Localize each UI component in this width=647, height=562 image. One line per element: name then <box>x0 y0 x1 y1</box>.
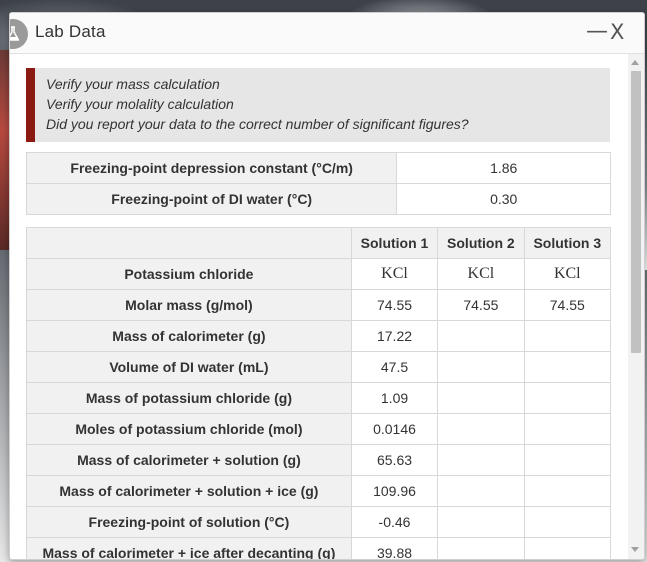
table-row: Mass of calorimeter + solution (g) 65.63 <box>26 444 612 476</box>
value-cell[interactable] <box>523 413 612 445</box>
value-cell[interactable] <box>523 382 612 414</box>
value-cell[interactable]: 65.63 <box>350 444 439 476</box>
notice-accent-bar <box>26 68 35 142</box>
row-label: Mass of calorimeter + ice after decantin… <box>26 537 352 559</box>
row-label: Molar mass (g/mol) <box>26 289 352 321</box>
constant-label: Freezing-point depression constant (°C/m… <box>25 152 398 184</box>
constant-value[interactable]: 0.30 <box>396 183 611 215</box>
value-cell[interactable] <box>437 351 525 383</box>
notice-line: Verify your mass calculation <box>46 76 220 92</box>
table-row: Freezing-point of DI water (°C) 0.30 <box>25 183 611 215</box>
formula-cell: KCl <box>350 258 439 290</box>
row-label: Mass of calorimeter + solution + ice (g) <box>26 475 352 507</box>
window-title: Lab Data <box>35 22 106 41</box>
value-cell[interactable] <box>437 506 525 538</box>
row-label: Mass of calorimeter (g) <box>26 320 352 352</box>
value-cell[interactable]: 17.22 <box>350 320 439 352</box>
value-cell[interactable] <box>523 537 612 559</box>
table-row: Mass of calorimeter + ice after decantin… <box>26 537 612 559</box>
scroll-up-arrow-icon[interactable] <box>631 60 639 65</box>
value-cell[interactable]: 109.96 <box>350 475 439 507</box>
table-row: Potassium chloride KCl KCl KCl <box>26 258 612 290</box>
table-row: Mass of calorimeter + solution + ice (g)… <box>26 475 612 507</box>
value-cell[interactable] <box>437 444 525 476</box>
value-cell[interactable] <box>523 506 612 538</box>
vertical-scrollbar[interactable] <box>628 54 644 559</box>
header-row: Solution 1 Solution 2 Solution 3 <box>26 227 612 259</box>
value-cell[interactable] <box>437 537 525 559</box>
row-label: Mass of calorimeter + solution (g) <box>26 444 352 476</box>
value-cell[interactable]: 47.5 <box>350 351 439 383</box>
table-row: Volume of DI water (mL) 47.5 <box>26 351 612 383</box>
value-cell[interactable]: -0.46 <box>350 506 439 538</box>
lab-data-dialog: Lab Data — X Verify your mass calculatio… <box>9 12 645 560</box>
value-cell[interactable]: 1.09 <box>350 382 439 414</box>
header-blank <box>26 227 352 259</box>
table-row: Mass of potassium chloride (g) 1.09 <box>26 382 612 414</box>
header-solution-2: Solution 2 <box>437 227 525 259</box>
scroll-thumb[interactable] <box>631 71 641 353</box>
value-cell[interactable] <box>523 444 612 476</box>
minimize-button[interactable]: — <box>586 18 608 46</box>
row-label: Moles of potassium chloride (mol) <box>26 413 352 445</box>
notice-line: Verify your molality calculation <box>46 96 234 112</box>
constant-label: Freezing-point of DI water (°C) <box>25 183 398 215</box>
value-cell: 74.55 <box>437 289 525 321</box>
header-solution-3: Solution 3 <box>523 227 612 259</box>
row-label: Mass of potassium chloride (g) <box>26 382 352 414</box>
value-cell[interactable] <box>523 351 612 383</box>
formula-cell: KCl <box>523 258 612 290</box>
feedback-notice: Verify your mass calculation Verify your… <box>26 68 610 142</box>
value-cell[interactable]: 39.88 <box>350 537 439 559</box>
constants-table: Freezing-point depression constant (°C/m… <box>25 152 611 215</box>
table-row: Moles of potassium chloride (mol) 0.0146 <box>26 413 612 445</box>
row-label: Freezing-point of solution (°C) <box>26 506 352 538</box>
close-button[interactable]: X <box>610 18 624 46</box>
notice-line: Did you report your data to the correct … <box>46 116 469 132</box>
formula-cell: KCl <box>437 258 525 290</box>
solution-data-table: Solution 1 Solution 2 Solution 3 Potassi… <box>26 227 612 559</box>
value-cell[interactable] <box>437 382 525 414</box>
value-cell[interactable] <box>437 413 525 445</box>
header-solution-1: Solution 1 <box>350 227 439 259</box>
table-row: Freezing-point of solution (°C) -0.46 <box>26 506 612 538</box>
value-cell[interactable] <box>437 320 525 352</box>
value-cell: 74.55 <box>350 289 439 321</box>
title-bar[interactable]: Lab Data — X <box>10 13 644 54</box>
value-cell[interactable] <box>437 475 525 507</box>
dialog-content: Verify your mass calculation Verify your… <box>10 54 630 559</box>
value-cell: 74.55 <box>523 289 612 321</box>
row-label: Potassium chloride <box>26 258 352 290</box>
flask-icon <box>10 19 28 49</box>
constant-value[interactable]: 1.86 <box>396 152 611 184</box>
table-row: Freezing-point depression constant (°C/m… <box>25 152 611 184</box>
row-label: Volume of DI water (mL) <box>26 351 352 383</box>
value-cell[interactable]: 0.0146 <box>350 413 439 445</box>
value-cell[interactable] <box>523 320 612 352</box>
scroll-down-arrow-icon[interactable] <box>631 547 639 552</box>
value-cell[interactable] <box>523 475 612 507</box>
table-row: Mass of calorimeter (g) 17.22 <box>26 320 612 352</box>
table-row: Molar mass (g/mol) 74.55 74.55 74.55 <box>26 289 612 321</box>
